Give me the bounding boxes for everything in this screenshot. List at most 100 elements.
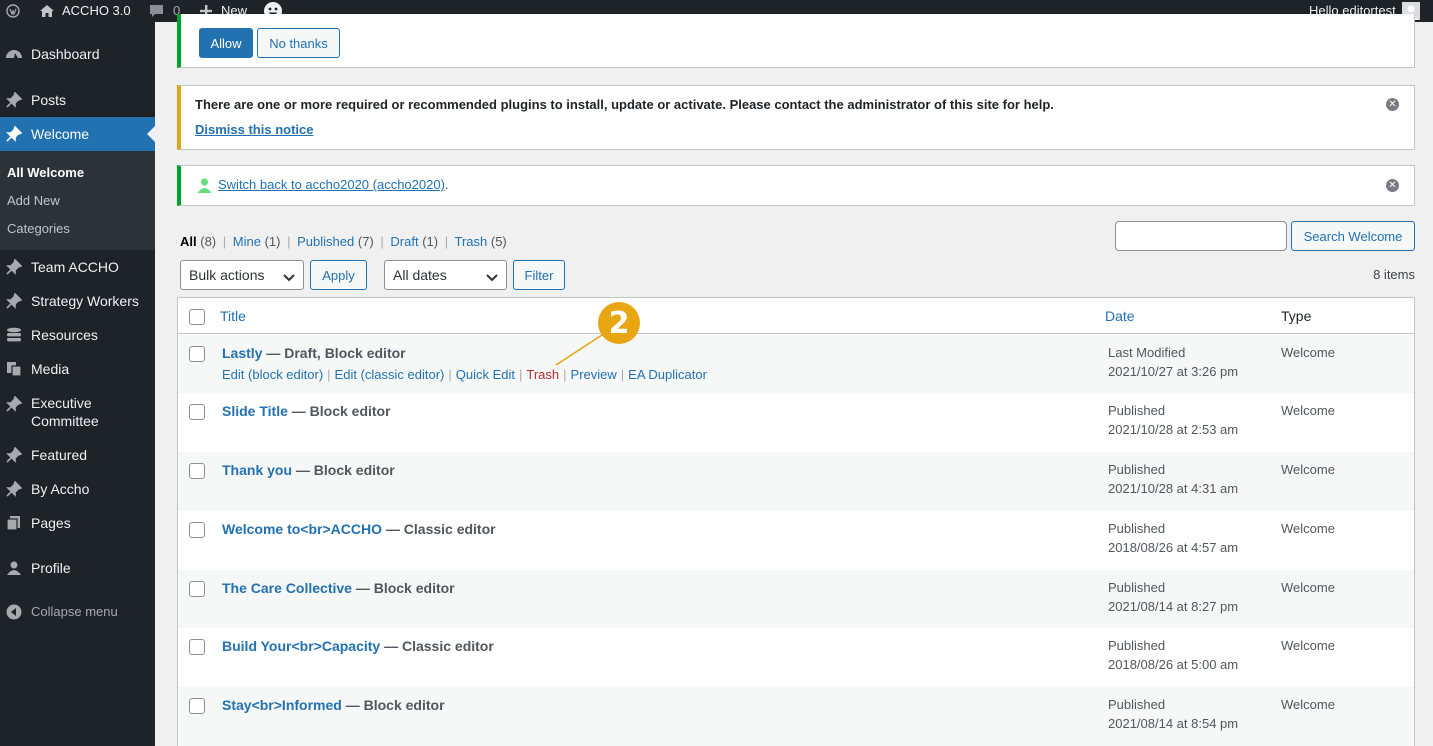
comments-link[interactable]: 0 (149, 0, 180, 22)
collapse-icon (5, 603, 23, 621)
row-type: Welcome (1281, 638, 1335, 653)
table-row: Lastly — Draft, Block editor Edit (block… (178, 335, 1414, 393)
search-input[interactable] (1115, 221, 1287, 251)
row-date: 2021/10/28 at 4:31 am (1108, 481, 1239, 496)
ea-duplicator-link[interactable]: EA Duplicator (628, 367, 707, 382)
filter-all[interactable]: All (180, 234, 197, 249)
row-date: 2021/10/27 at 3:26 pm (1108, 364, 1239, 379)
row-type: Welcome (1281, 697, 1335, 712)
no-thanks-button[interactable]: No thanks (257, 28, 340, 58)
site-name: ACCHO 3.0 (62, 3, 131, 18)
sidebar-item-by-accho[interactable]: By Accho (0, 477, 155, 501)
row-title: The Care Collective — Block editor (222, 580, 455, 596)
row-actions: Edit (block editor) | Edit (classic editor… (222, 367, 707, 382)
row-status: Published (1108, 580, 1166, 595)
column-title-header[interactable]: Title (220, 308, 246, 324)
edit-classic-editor-link[interactable]: Edit (classic editor) (335, 367, 445, 382)
row-status: Published (1108, 697, 1166, 712)
search-welcome-button[interactable]: Search Welcome (1291, 221, 1415, 251)
row-status: Last Modified (1108, 345, 1186, 360)
table-row: Welcome to<br>ACCHO — Classic editor Pub… (178, 511, 1414, 570)
submenu-add-new[interactable]: Add New (7, 193, 60, 208)
row-checkbox[interactable] (189, 463, 205, 479)
sidebar-item-resources[interactable]: Resources (0, 323, 155, 347)
sidebar-item-executive-committee[interactable]: Executive Committee (0, 391, 155, 433)
row-title-link[interactable]: Lastly (222, 345, 262, 361)
welcome-submenu: All Welcome Add New Categories (0, 151, 155, 250)
sidebar-item-strategy-workers[interactable]: Strategy Workers (0, 289, 155, 313)
sidebar-item-profile[interactable]: Profile (0, 556, 155, 580)
plugins-notice: There are one or more required or recomm… (177, 85, 1415, 150)
filter-button[interactable]: Filter (513, 260, 565, 290)
step-number-badge: 2 (598, 302, 640, 344)
filter-trash[interactable]: Trash (454, 234, 487, 249)
row-checkbox[interactable] (189, 639, 205, 655)
row-status: Published (1108, 521, 1166, 536)
sidebar-item-pages[interactable]: Pages (0, 511, 155, 535)
filter-draft[interactable]: Draft (390, 234, 418, 249)
row-checkbox[interactable] (189, 698, 205, 714)
table-row: Stay<br>Informed — Block editor Publishe… (178, 687, 1414, 746)
table-row: Slide Title — Block editor Published 202… (178, 393, 1414, 452)
row-date: 2021/10/28 at 2:53 am (1108, 422, 1239, 437)
dismiss-notice-link[interactable]: Dismiss this notice (195, 122, 313, 137)
close-icon[interactable]: ✕ (1386, 98, 1399, 111)
switch-back-link[interactable]: Switch back to accho2020 (accho2020) (218, 177, 445, 192)
sidebar-item-media[interactable]: Media (0, 357, 155, 381)
row-title-link[interactable]: Build Your<br>Capacity (222, 638, 380, 654)
apply-button[interactable]: Apply (310, 260, 367, 290)
database-icon (5, 326, 23, 344)
table-row: The Care Collective — Block editor Publi… (178, 570, 1414, 628)
user-icon (5, 559, 23, 577)
row-checkbox[interactable] (189, 522, 205, 538)
quick-edit-link[interactable]: Quick Edit (456, 367, 515, 382)
switch-back-line: Switch back to accho2020 (accho2020). (218, 177, 449, 192)
row-title-link[interactable]: Stay<br>Informed (222, 697, 342, 713)
collapse-menu-button[interactable]: Collapse menu (0, 600, 155, 624)
filter-published[interactable]: Published (297, 234, 354, 249)
row-checkbox[interactable] (189, 404, 205, 420)
submenu-all-welcome[interactable]: All Welcome (7, 165, 84, 180)
row-title-link[interactable]: Welcome to<br>ACCHO (222, 521, 382, 537)
allow-button[interactable]: Allow (199, 28, 253, 58)
pin-icon (5, 292, 23, 310)
sidebar-item-dashboard[interactable]: Dashboard (0, 42, 155, 66)
row-title-link[interactable]: The Care Collective (222, 580, 352, 596)
bulk-actions-select[interactable]: Bulk actions (180, 260, 304, 290)
sidebar-item-team-accho[interactable]: Team ACCHO (0, 255, 155, 279)
row-checkbox[interactable] (189, 346, 205, 362)
comment-icon (149, 4, 164, 18)
pin-icon (5, 125, 23, 143)
row-title: Thank you — Block editor (222, 462, 395, 478)
row-title-link[interactable]: Slide Title (222, 403, 288, 419)
row-date: 2018/08/26 at 4:57 am (1108, 540, 1239, 555)
sidebar-item-welcome[interactable]: Welcome (0, 117, 155, 151)
pages-icon (5, 514, 23, 532)
select-all-checkbox[interactable] (189, 309, 205, 325)
submenu-categories[interactable]: Categories (7, 221, 70, 236)
row-status: Published (1108, 462, 1166, 477)
pin-icon (5, 258, 23, 276)
table-row: Thank you — Block editor Published 2021/… (178, 452, 1414, 511)
pin-icon (5, 446, 23, 464)
edit-block-editor-link[interactable]: Edit (block editor) (222, 367, 323, 382)
user-icon (197, 177, 212, 196)
row-status: Published (1108, 638, 1166, 653)
row-type: Welcome (1281, 462, 1335, 477)
filter-mine[interactable]: Mine (233, 234, 261, 249)
row-title: Welcome to<br>ACCHO — Classic editor (222, 521, 496, 537)
admin-sidebar: Dashboard Posts Welcome All Welcome Add … (0, 22, 155, 746)
sidebar-item-posts[interactable]: Posts (0, 88, 155, 112)
items-count: 8 items (1373, 267, 1415, 282)
status-filter-links: All (8) | Mine (1) | Published (7) | Dra… (180, 234, 507, 249)
chevron-down-icon (486, 270, 498, 286)
dates-select[interactable]: All dates (384, 260, 507, 290)
callout-line (555, 332, 606, 366)
close-icon[interactable]: ✕ (1386, 179, 1399, 192)
site-name-link[interactable]: ACCHO 3.0 (39, 0, 131, 22)
column-date-header[interactable]: Date (1105, 308, 1135, 324)
row-title-link[interactable]: Thank you (222, 462, 292, 478)
row-checkbox[interactable] (189, 581, 205, 597)
wordpress-logo-icon[interactable] (6, 0, 20, 22)
sidebar-item-featured[interactable]: Featured (0, 443, 155, 467)
